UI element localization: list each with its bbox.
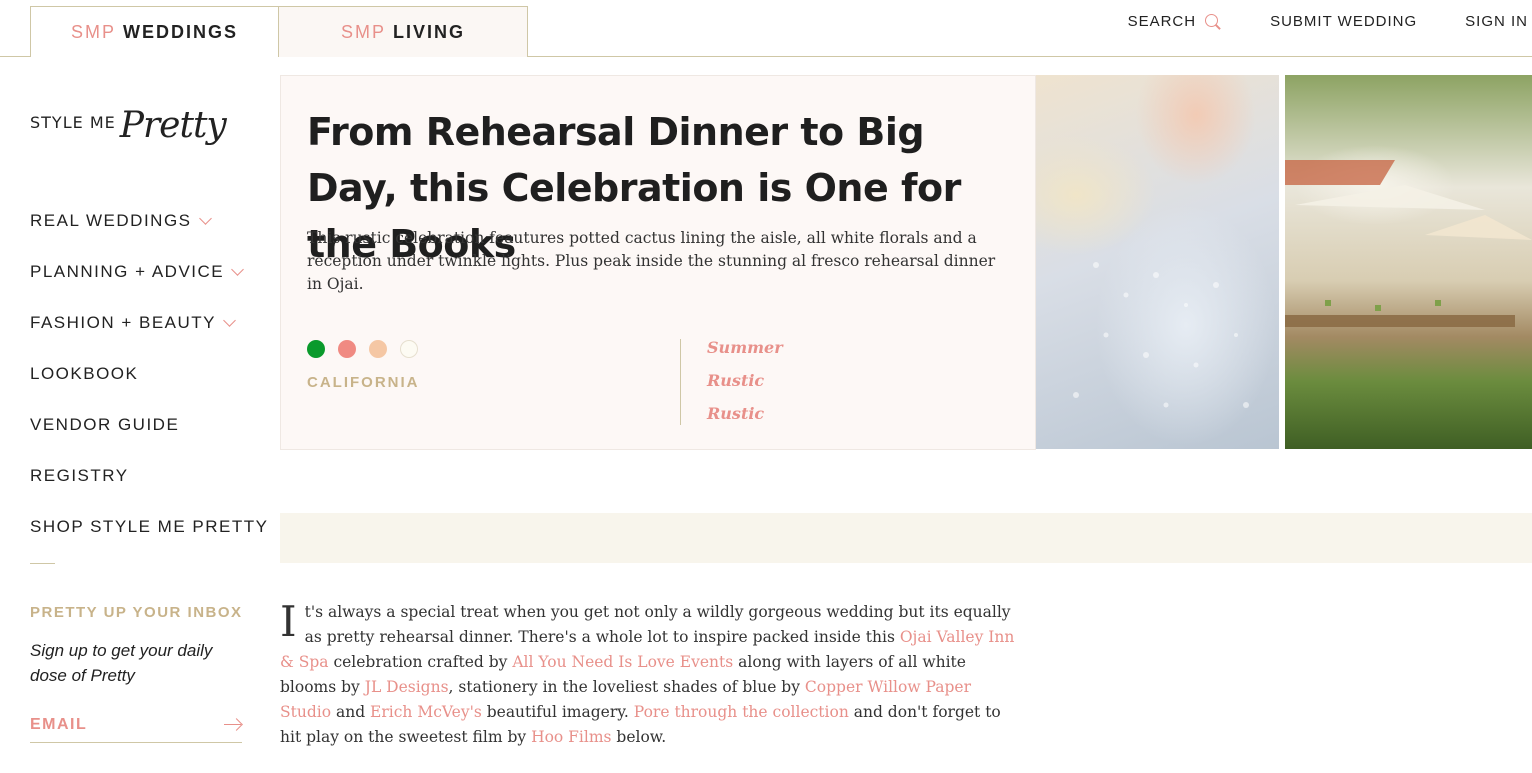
nav-item-label: REGISTRY (30, 465, 129, 485)
logo-style-me: STYLE ME (30, 113, 116, 132)
color-palette (307, 340, 431, 358)
color-swatch[interactable] (338, 340, 356, 358)
sign-in-link[interactable]: SIGN IN (1465, 13, 1528, 30)
tab-prefix: SMP (340, 21, 386, 42)
dropcap: I (280, 597, 297, 646)
nav-item-label: REAL WEDDINGS (30, 210, 192, 230)
tag-link[interactable]: Summer (707, 338, 783, 371)
text-segment: and (331, 703, 371, 721)
photo-texture (1285, 160, 1532, 327)
chevron-down-icon[interactable] (231, 262, 245, 276)
email-signup-field[interactable]: EMAIL (30, 707, 242, 743)
link-jl-designs[interactable]: JL Designs (365, 678, 449, 696)
tab-smp-living[interactable]: SMP LIVING (278, 6, 528, 57)
article-paragraph: t's always a special treat when you get … (280, 603, 1014, 746)
link-pore-through-collection[interactable]: Pore through the collection (634, 703, 849, 721)
hero-card[interactable]: From Rehearsal Dinner to Big Day, this C… (280, 75, 1036, 450)
nav-item-label: SHOP STYLE ME PRETTY (30, 516, 269, 536)
link-erich-mcvey[interactable]: Erich McVey's (370, 703, 482, 721)
nav-item-label: PLANNING + ADVICE (30, 261, 225, 281)
tag-link[interactable]: Rustic (707, 371, 783, 404)
newsletter-title: PRETTY UP YOUR INBOX (30, 604, 243, 621)
tab-smp-weddings[interactable]: SMP WEDDINGS (30, 6, 279, 57)
newsletter-subtitle: Sign up to get your daily dose of Pretty (30, 641, 213, 685)
text-segment: celebration crafted by (328, 653, 513, 671)
color-swatch[interactable] (307, 340, 325, 358)
main-nav: REAL WEDDINGS PLANNING + ADVICE FASHION … (30, 195, 268, 552)
tab-name: WEDDINGS (123, 21, 238, 42)
top-links: SEARCH SUBMIT WEDDING SIGN IN (1080, 12, 1528, 30)
location-tag[interactable]: CALIFORNIA (307, 374, 420, 391)
color-swatch[interactable] (400, 340, 418, 358)
chevron-down-icon[interactable] (198, 211, 212, 225)
search-icon[interactable] (1204, 12, 1222, 30)
search-label: SEARCH (1127, 12, 1197, 30)
nav-item-shop[interactable]: SHOP STYLE ME PRETTY (30, 501, 268, 552)
nav-item-label: LOOKBOOK (30, 363, 139, 383)
nav-item-real-weddings[interactable]: REAL WEDDINGS (30, 195, 268, 246)
text-segment: below. (611, 728, 667, 746)
article-description: This rustic celebration feautures potted… (307, 229, 996, 293)
link-all-you-need-is-love[interactable]: All You Need Is Love Events (512, 653, 733, 671)
text-segment: beautiful imagery. (481, 703, 634, 721)
tab-name: LIVING (393, 21, 466, 42)
article-body: I t's always a special treat when you ge… (280, 600, 1025, 750)
search-button[interactable]: SEARCH (1128, 12, 1223, 30)
nav-item-fashion-beauty[interactable]: FASHION + BEAUTY (30, 297, 268, 348)
nav-item-vendor-guide[interactable]: VENDOR GUIDE (30, 399, 268, 450)
hero-photo-venue[interactable] (1285, 75, 1532, 449)
tag-link[interactable]: Rustic (707, 404, 783, 437)
link-hoo-films[interactable]: Hoo Films (531, 728, 611, 746)
hero-photo-bride[interactable] (1036, 75, 1279, 449)
nav-item-registry[interactable]: REGISTRY (30, 450, 268, 501)
vertical-divider (680, 339, 681, 425)
submit-wedding-link[interactable]: SUBMIT WEDDING (1270, 13, 1417, 30)
text-segment: , stationery in the loveliest shades of … (448, 678, 805, 696)
tab-prefix: SMP (70, 21, 116, 42)
site-logo[interactable]: STYLE ME Pretty (30, 105, 227, 146)
color-swatch[interactable] (369, 340, 387, 358)
photo-texture (1073, 262, 1249, 408)
ad-banner (280, 513, 1532, 563)
nav-item-label: VENDOR GUIDE (30, 414, 180, 434)
chevron-down-icon[interactable] (223, 313, 236, 327)
top-bar: SMP WEDDINGS SMP LIVING SEARCH SUBMIT WE… (0, 0, 1532, 57)
logo-pretty: Pretty (119, 105, 227, 146)
divider (30, 563, 55, 564)
nav-item-planning-advice[interactable]: PLANNING + ADVICE (30, 246, 268, 297)
nav-item-label: FASHION + BEAUTY (30, 312, 217, 332)
email-placeholder[interactable]: EMAIL (30, 716, 87, 734)
style-tags: Summer Rustic Rustic (707, 338, 783, 437)
nav-item-lookbook[interactable]: LOOKBOOK (30, 348, 268, 399)
arrow-right-icon[interactable] (224, 719, 242, 731)
